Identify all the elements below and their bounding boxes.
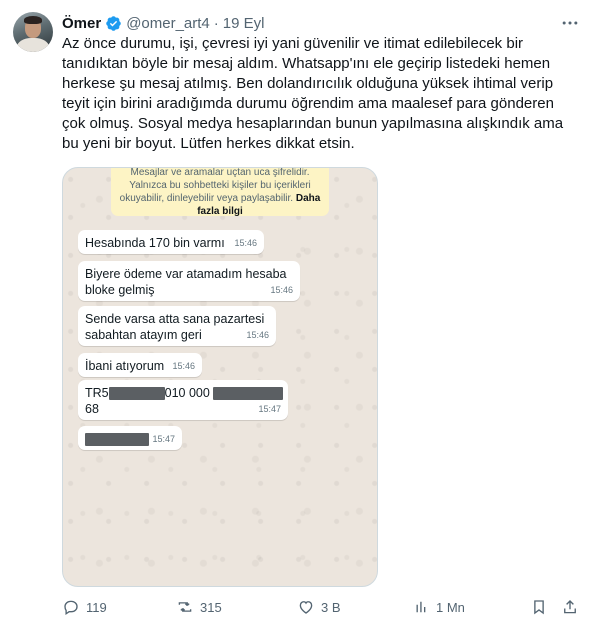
- iban-middle: 010 000: [164, 386, 210, 400]
- reply-count: 119: [86, 599, 107, 615]
- redaction-bar: [108, 387, 165, 401]
- retweet-icon: [178, 602, 192, 612]
- author-handle[interactable]: @omer_art4: [126, 15, 210, 32]
- iban-prefix: TR5: [85, 386, 109, 400]
- iban-suffix: 68: [85, 402, 99, 416]
- avatar-hair: [24, 16, 42, 24]
- share-icon: [564, 600, 576, 614]
- retweet-button[interactable]: 315: [176, 594, 222, 620]
- message-time: 15:46: [270, 285, 293, 295]
- message-bubble-redacted: 15:47: [78, 426, 182, 450]
- message-bubble: İbani atıyorum 15:46: [78, 353, 202, 377]
- more-options-icon[interactable]: [560, 13, 580, 33]
- verified-badge-icon[interactable]: [105, 15, 122, 32]
- views-count: 1 Mn: [436, 599, 465, 615]
- tweet-header: Ömer @omer_art4 · 19 Eyl: [62, 13, 264, 33]
- share-button[interactable]: [561, 594, 579, 620]
- tweet-image-whatsapp-screenshot[interactable]: Mesajlar ve aramalar uçtan uca şifrelidi…: [62, 167, 378, 587]
- message-text: Biyere ödeme var atamadım hesaba: [85, 267, 287, 281]
- message-text: Hesabında 170 bin varmı: [85, 236, 225, 250]
- bookmark-icon: [534, 600, 544, 615]
- like-button[interactable]: 3 B: [297, 594, 341, 620]
- redaction-bar: [85, 433, 149, 447]
- message-bubble-iban: TR5 010 000 68 15:47: [78, 380, 288, 420]
- message-time: 15:46: [246, 330, 269, 340]
- message-text: bloke gelmiş: [85, 283, 155, 297]
- tweet-text: Az önce durumu, işi, çevresi iyi yani gü…: [62, 35, 564, 152]
- notice-link-2: fazla bilgi: [197, 206, 243, 217]
- message-time: 15:47: [152, 434, 175, 444]
- separator-dot: ·: [213, 14, 219, 32]
- bookmark-button[interactable]: [530, 594, 548, 620]
- tweet-action-bar: 119 315 3 B 1 Mn: [0, 594, 602, 620]
- message-bubble: Sende varsa atta sana pazartesi sabahtan…: [78, 306, 276, 346]
- message-text: sabahtan atayım geri: [85, 328, 202, 342]
- author-avatar[interactable]: [13, 12, 53, 52]
- encryption-notice: Mesajlar ve aramalar uçtan uca şifrelidi…: [111, 167, 329, 217]
- notice-line-3: okuyabilir, dinleyebilir veya paylaşabil…: [119, 193, 294, 204]
- message-time: 15:46: [234, 238, 257, 248]
- tweet-date[interactable]: 19 Eyl: [223, 15, 265, 32]
- like-icon: [299, 601, 313, 614]
- notice-link-1: Daha: [295, 193, 321, 204]
- like-count: 3 B: [321, 599, 341, 615]
- avatar-shirt: [17, 38, 49, 52]
- author-name[interactable]: Ömer: [62, 15, 101, 32]
- views-button[interactable]: 1 Mn: [412, 594, 465, 620]
- message-text: Sende varsa atta sana pazartesi: [85, 312, 265, 326]
- reply-button[interactable]: 119: [62, 594, 107, 620]
- message-bubble: Biyere ödeme var atamadım hesaba bloke g…: [78, 261, 300, 301]
- notice-line-1: Mesajlar ve aramalar uçtan uca şifrelidi…: [130, 167, 310, 178]
- retweet-count: 315: [200, 599, 222, 615]
- message-bubble: Hesabında 170 bin varmı 15:46: [78, 230, 264, 254]
- reply-icon: [64, 600, 78, 616]
- views-icon: [416, 601, 426, 613]
- redaction-bar: [213, 387, 284, 401]
- message-time: 15:46: [172, 361, 195, 371]
- message-time: 15:47: [258, 404, 281, 414]
- message-text: İbani atıyorum: [85, 359, 165, 373]
- notice-line-2: Yalnızca bu sohbetteki kişiler bu içerik…: [129, 180, 311, 191]
